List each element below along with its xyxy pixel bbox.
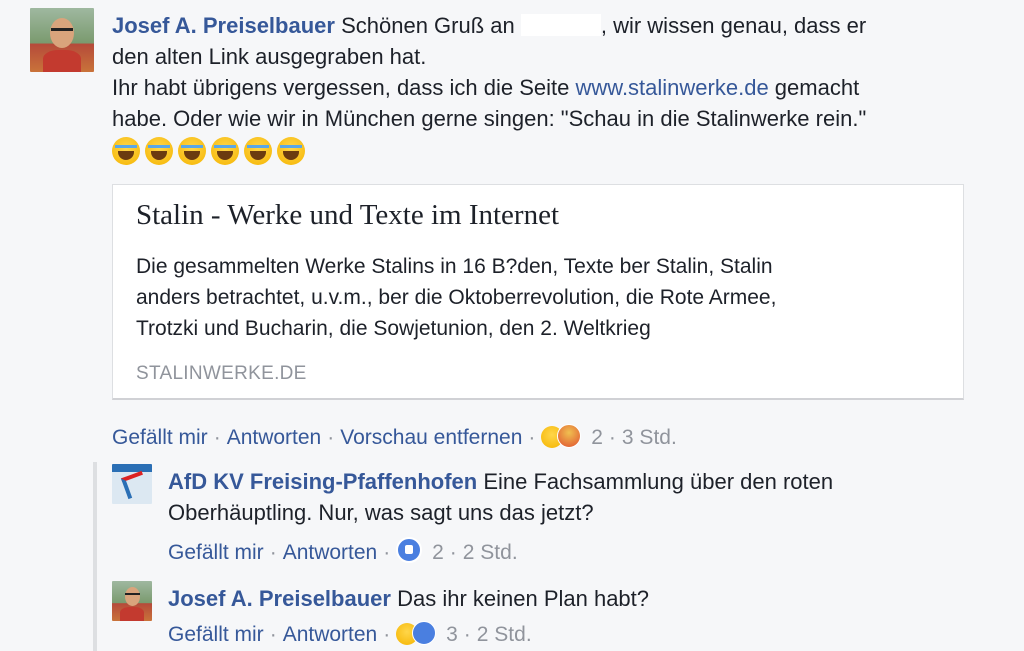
comment-text-part: Schönen Gruß an [334,13,521,38]
reply-button[interactable]: Antworten [283,623,378,646]
face-with-tears-of-joy-icon [178,137,206,165]
timestamp[interactable]: 3 Std. [622,426,677,449]
timestamp[interactable]: 2 Std. [477,623,532,646]
comment-line-2: den alten Link ausgegraben hat. [112,44,427,69]
author-name[interactable]: Josef A. Preiselbauer [112,13,335,38]
separator: · [449,541,457,564]
preview-desc-line: anders betrachtet, u.v.m., ber die Oktob… [136,286,777,309]
separator: · [213,426,221,449]
comment-line-3: Ihr habt übrigens vergessen, dass ich di… [112,72,972,103]
comment-body: Josef A. Preiselbauer Schönen Gruß an , … [112,10,972,169]
reply-actions: Gefällt mir · Antworten · 3 · 2 Std. [168,621,532,647]
reply-thread-line [93,462,97,651]
separator: · [608,426,616,449]
reaction-count[interactable]: 2 [591,426,603,449]
separator: · [463,623,471,646]
avatar-josef[interactable] [112,581,152,621]
reaction-count[interactable]: 2 [432,541,444,564]
comment-text-part: Ihr habt übrigens vergessen, dass ich di… [112,75,576,100]
preview-title[interactable]: Stalin - Werke und Texte im Internet [136,199,559,232]
face-with-tears-of-joy-icon [145,137,173,165]
face-with-tears-of-joy-icon [211,137,239,165]
remove-preview-button[interactable]: Vorschau entfernen [340,426,522,449]
separator: · [383,623,391,646]
comment-actions: Gefällt mir · Antworten · Vorschau entfernen… [112,424,677,450]
preview-desc-line: Trotzki und Bucharin, die Sowjetunion, d… [136,317,651,340]
preview-domain: STALINWERKE.DE [136,363,307,384]
comment-line-1: Josef A. Preiselbauer Schönen Gruß an , … [112,10,972,41]
emoji-row [112,137,972,169]
separator: · [327,426,335,449]
reply-text-part: Eine Fachsammlung über den roten [477,469,834,494]
separator: · [528,426,536,449]
reply-line-1: AfD KV Freising-Pfaffenhofen Eine Fachsa… [168,466,968,497]
reply-line-1: Josef A. Preiselbauer Das ihr keinen Pla… [168,583,968,614]
like-reaction-icon[interactable] [396,537,423,563]
separator: · [269,541,277,564]
face-with-tears-of-joy-icon [112,137,140,165]
separator: · [383,541,391,564]
timestamp[interactable]: 2 Std. [463,541,518,564]
reply-body: Josef A. Preiselbauer Das ihr keinen Pla… [168,583,968,614]
face-with-tears-of-joy-icon [244,137,272,165]
face-with-tears-of-joy-icon [277,137,305,165]
comment-text-part: , wir wissen genau, dass er [600,13,867,38]
reply-button[interactable]: Antworten [227,426,322,449]
link-preview-card[interactable]: Stalin - Werke und Texte im Internet Die… [112,184,964,400]
separator: · [269,623,277,646]
avatar-josef[interactable] [30,8,94,72]
redacted-name [520,14,601,36]
preview-desc-line: Die gesammelten Werke Stalins in 16 B?de… [136,255,773,278]
comment-line-4: habe. Oder wie wir in München gerne sing… [112,106,867,131]
reply-actions: Gefällt mir · Antworten · 2 · 2 Std. [168,537,518,565]
author-name[interactable]: AfD KV Freising-Pfaffenhofen [168,469,477,494]
reply-text-part: Das ihr keinen Plan habt? [390,586,650,611]
avatar-afd[interactable] [112,464,152,504]
reply-body: AfD KV Freising-Pfaffenhofen Eine Fachsa… [168,466,968,528]
like-button[interactable]: Gefällt mir [168,623,264,646]
preview-description: Die gesammelten Werke Stalins in 16 B?de… [136,251,936,344]
comment-text-part: gemacht [768,75,860,100]
reply-button[interactable]: Antworten [283,541,378,564]
reaction-count[interactable]: 3 [446,623,458,646]
angry-reaction-icon[interactable] [557,424,582,448]
reply-line-2: Oberhäuptling. Nur, was sagt uns das jet… [168,500,594,525]
author-name[interactable]: Josef A. Preiselbauer [168,586,391,611]
website-link[interactable]: www.stalinwerke.de [576,75,769,100]
like-button[interactable]: Gefällt mir [112,426,208,449]
like-button[interactable]: Gefällt mir [168,541,264,564]
wow-reaction-icon[interactable] [412,621,437,645]
